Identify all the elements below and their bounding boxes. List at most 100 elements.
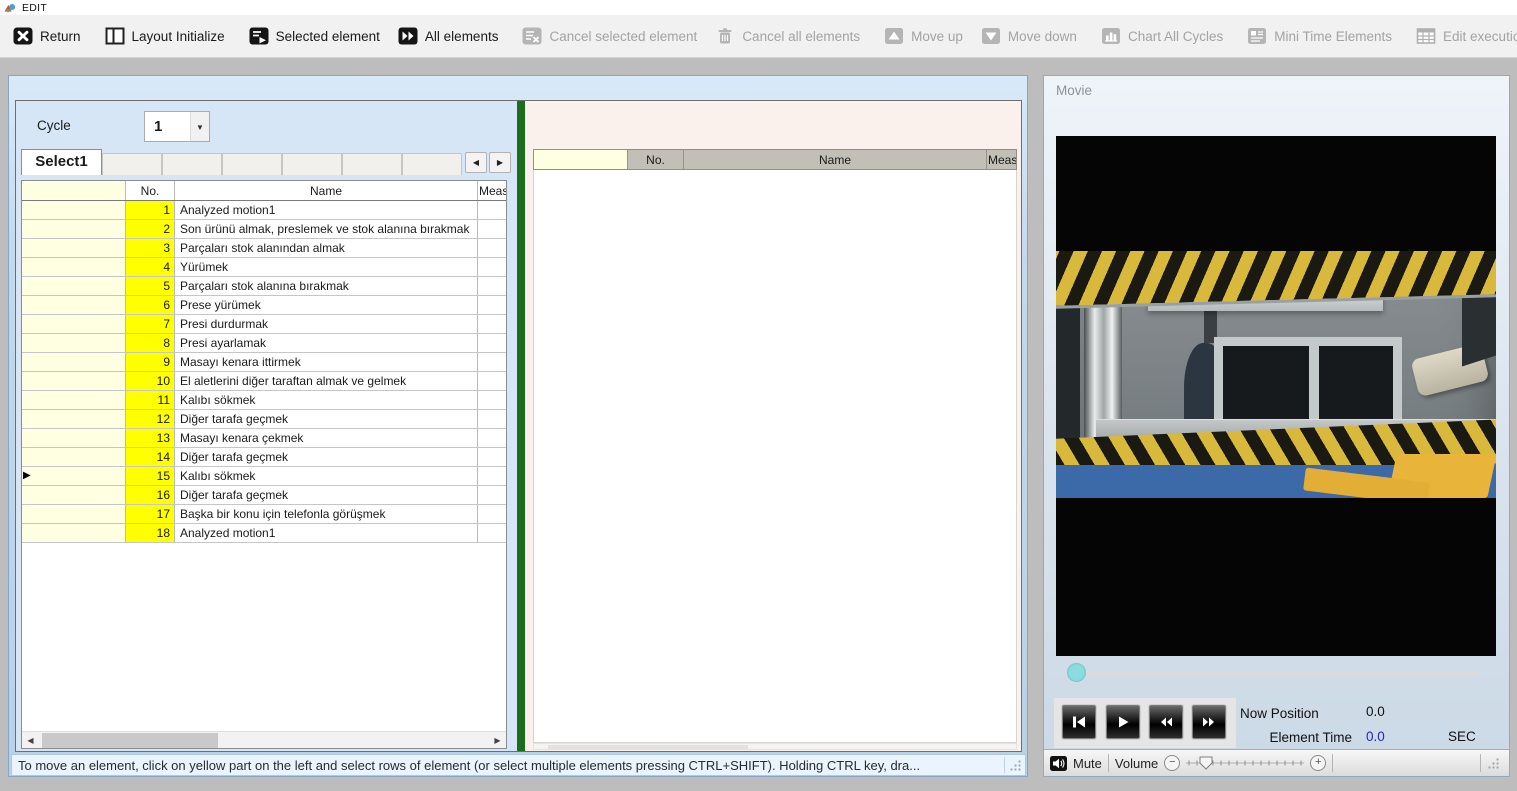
row-selector-cell[interactable] xyxy=(22,277,126,295)
row-selector-cell[interactable] xyxy=(22,239,126,257)
row-number-cell[interactable]: 1 xyxy=(126,201,175,219)
element-table: No. Name Meas 1 Analyzed motion1 2 Son ürün… xyxy=(21,180,507,749)
toolbar-button-label: Return xyxy=(40,28,81,44)
row-selector-cell[interactable] xyxy=(22,486,126,504)
measured-cell xyxy=(478,448,506,466)
measured-cell xyxy=(478,296,506,314)
rewind-button[interactable] xyxy=(1148,704,1184,740)
row-selector-cell[interactable] xyxy=(22,372,126,390)
main-split-area: Cycle 1 ▼ Select1 ◀ ▶ No. Name Meas 1 Ana… xyxy=(15,100,1022,752)
row-number-cell[interactable]: 11 xyxy=(126,391,175,409)
row-number-cell[interactable]: 9 xyxy=(126,353,175,371)
panel-splitter[interactable] xyxy=(517,101,525,751)
toolbar-separator xyxy=(1480,754,1481,772)
row-number-cell[interactable]: 6 xyxy=(126,296,175,314)
row-selector-cell[interactable] xyxy=(22,524,126,542)
row-selector-cell[interactable] xyxy=(22,220,126,238)
row-selector-cell[interactable]: ▶ xyxy=(22,467,126,485)
seek-slider-thumb[interactable] xyxy=(1067,663,1086,682)
volume-slider-thumb xyxy=(1199,756,1213,770)
column-header-name: Name xyxy=(175,181,478,200)
toolbar-button-mini-time-elements: Mini Time Elements xyxy=(1238,19,1401,53)
measured-cell xyxy=(478,486,506,504)
target-table-hscrollbar[interactable] xyxy=(533,743,1017,750)
toolbar-button-return[interactable]: Return xyxy=(4,19,90,53)
toolbar-button-layout-initialize[interactable]: Layout Initialize xyxy=(96,19,234,53)
scroll-left-arrow-icon[interactable]: ◀ xyxy=(22,732,39,748)
trash-icon xyxy=(715,26,735,46)
play-button[interactable] xyxy=(1105,704,1141,740)
row-number-cell[interactable]: 16 xyxy=(126,486,175,504)
row-selector-cell[interactable] xyxy=(22,296,126,314)
row-number-cell[interactable]: 10 xyxy=(126,372,175,390)
toolbar-button-all-elements[interactable]: All elements xyxy=(389,19,508,53)
row-selector-cell[interactable] xyxy=(22,258,126,276)
table-row: ▶ 15 Kalıbı sökmek xyxy=(22,467,506,486)
hscrollbar-thumb[interactable] xyxy=(42,733,218,748)
row-number-cell[interactable]: 3 xyxy=(126,239,175,257)
row-selector-cell[interactable] xyxy=(22,315,126,333)
measured-cell xyxy=(478,429,506,447)
resize-grip-icon[interactable] xyxy=(1009,759,1022,772)
volume-down-button[interactable]: − xyxy=(1164,755,1181,771)
element-table-hscrollbar[interactable]: ◀ ▶ xyxy=(22,731,506,748)
seek-slider-track[interactable] xyxy=(1079,671,1477,675)
tab-select1[interactable]: Select1 xyxy=(21,149,102,175)
row-number-cell[interactable]: 17 xyxy=(126,505,175,523)
row-selector-cell[interactable] xyxy=(22,448,126,466)
resize-grip-icon[interactable] xyxy=(1487,757,1500,770)
row-number-cell[interactable]: 15 xyxy=(126,467,175,485)
speaker-icon[interactable] xyxy=(1050,755,1067,771)
row-number-cell[interactable]: 13 xyxy=(126,429,175,447)
row-selector-cell[interactable] xyxy=(22,391,126,409)
hscrollbar-track[interactable] xyxy=(39,732,489,748)
row-number-cell[interactable]: 12 xyxy=(126,410,175,428)
row-number-cell[interactable]: 14 xyxy=(126,448,175,466)
table-row: 5 Parçaları stok alanına bırakmak xyxy=(22,277,506,296)
hscrollbar-thumb[interactable] xyxy=(548,745,748,749)
measured-cell xyxy=(478,277,506,295)
measured-cell xyxy=(478,353,506,371)
measured-cell xyxy=(478,201,506,219)
toolbar-button-selected-element[interactable]: Selected element xyxy=(240,19,389,53)
element-name-cell: Parçaları stok alanına bırakmak xyxy=(175,277,478,295)
measured-cell xyxy=(478,220,506,238)
cycle-dropdown[interactable]: 1 ▼ xyxy=(144,111,210,142)
row-number-cell[interactable]: 18 xyxy=(126,524,175,542)
selected-element-icon xyxy=(249,26,269,46)
tab-scroll-left-button[interactable]: ◀ xyxy=(465,152,487,173)
measured-cell xyxy=(478,410,506,428)
fast-forward-button[interactable] xyxy=(1191,704,1227,740)
status-separator xyxy=(1004,757,1005,773)
mute-toggle[interactable]: Mute xyxy=(1073,756,1102,771)
row-number-cell[interactable]: 8 xyxy=(126,334,175,352)
row-selector-cell[interactable] xyxy=(22,201,126,219)
row-selector-cell[interactable] xyxy=(22,410,126,428)
volume-slider[interactable] xyxy=(1186,756,1305,770)
volume-up-button[interactable]: + xyxy=(1310,755,1327,771)
row-selector-cell[interactable] xyxy=(22,505,126,523)
element-time-value: 0.0 xyxy=(1366,729,1385,744)
measured-cell xyxy=(478,524,506,542)
table-row: 1 Analyzed motion1 xyxy=(22,201,506,220)
row-selector-cell[interactable] xyxy=(22,429,126,447)
title-bar: EDIT xyxy=(0,0,1517,15)
row-number-cell[interactable]: 2 xyxy=(126,220,175,238)
tab-scroll-right-button[interactable]: ▶ xyxy=(489,152,511,173)
row-number-cell[interactable]: 7 xyxy=(126,315,175,333)
row-selector-cell[interactable] xyxy=(22,353,126,371)
row-selector-cell[interactable] xyxy=(22,334,126,352)
row-number-cell[interactable]: 5 xyxy=(126,277,175,295)
app-icon xyxy=(4,2,16,14)
tab-empty xyxy=(342,153,402,175)
layout-initialize-icon xyxy=(105,26,125,46)
cycle-dropdown-arrow-icon[interactable]: ▼ xyxy=(190,112,209,141)
row-number-cell[interactable]: 4 xyxy=(126,258,175,276)
element-name-cell: Kalıbı sökmek xyxy=(175,391,478,409)
toolbar-button-label: Cancel selected element xyxy=(549,28,698,44)
scroll-right-arrow-icon[interactable]: ▶ xyxy=(489,732,506,748)
skip-to-start-button[interactable] xyxy=(1061,704,1097,740)
tab-empty xyxy=(222,153,282,175)
element-name-cell: Yürümek xyxy=(175,258,478,276)
move-up-icon xyxy=(884,26,904,46)
